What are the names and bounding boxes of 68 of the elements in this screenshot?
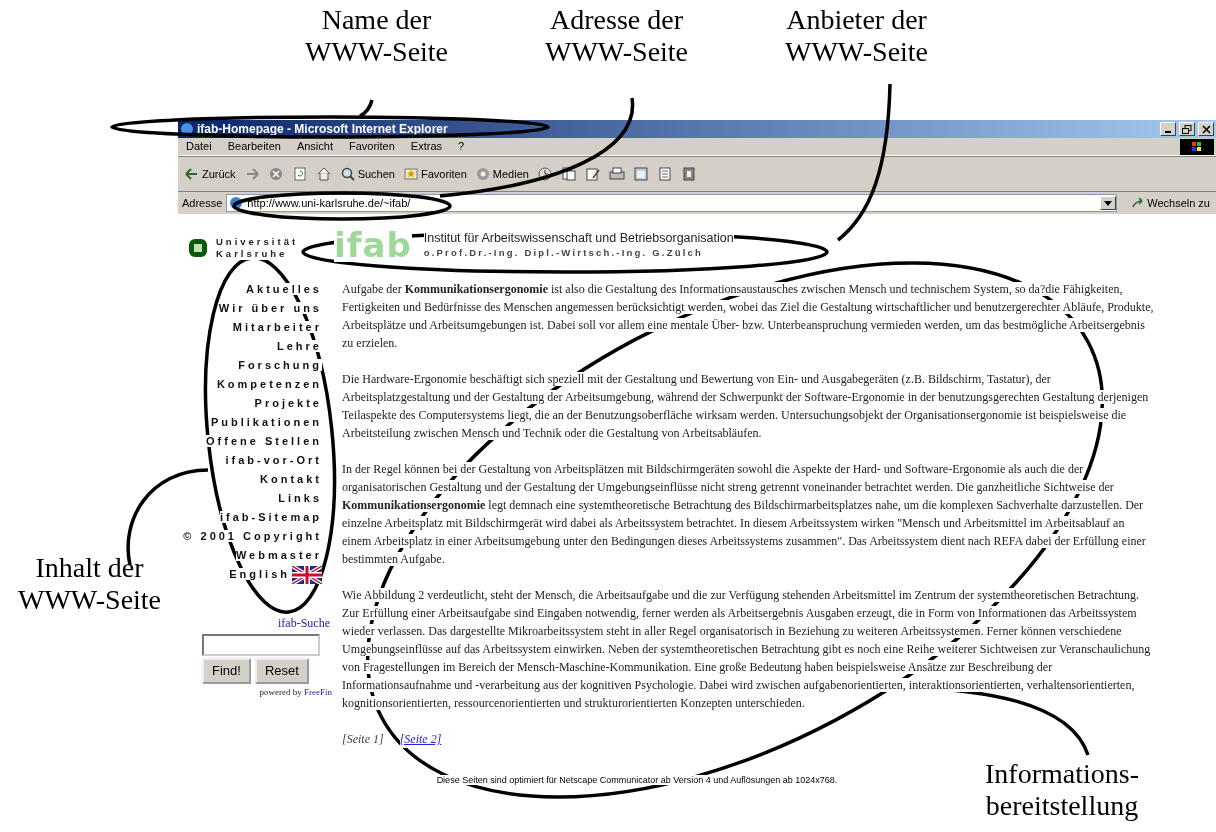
search-field[interactable]	[202, 634, 320, 657]
url-text: http://www.uni-karlsruhe.de/~ifab/	[247, 195, 411, 211]
menu-item[interactable]: Bearbeiten	[227, 138, 281, 155]
go-button[interactable]: Wechseln zu	[1129, 194, 1212, 212]
nav-link[interactable]: Webmaster	[235, 549, 322, 561]
menu-item[interactable]: Datei	[186, 138, 212, 155]
flag-icon[interactable]	[292, 566, 322, 585]
nav-link[interactable]: Offene Stellen	[206, 435, 322, 447]
nav-link[interactable]: ifab-Sitemap	[220, 511, 322, 523]
nav-link[interactable]: Aktuelles	[246, 283, 322, 295]
menu-item[interactable]: Ansicht	[296, 138, 333, 155]
nav-link[interactable]: ifab-vor-Ort	[225, 454, 322, 466]
toolbar-button[interactable]: Medien	[472, 165, 531, 183]
institute-name: Institut für Arbeitswissenschaft und Betriebsorganisation	[423, 229, 734, 246]
search-icon	[339, 166, 356, 182]
restore-button[interactable]	[1179, 122, 1195, 136]
footer-note: Diese Seiten sind optimiert für Netscape Communicator ab Version 4 und Auflösungen ab 1024x768.	[436, 775, 838, 785]
paragraph: Wie Abbildung 2 verdeutlicht, steht der Mensch, die Arbeitsaufgabe und die zur Verfügung stehenden Arbeitsmittel im Zentrum der systemtheoretischen Betrachtung. Zur Erfüllung einer Arbeitsaufgabe sind Eingaben notwendig, ferner werden als Arbeitsergebnis Ausgaben erzeugt, die in Form von Informationen das Arbeitssystem wieder verlassen. Das dargestellte Mikroarbeitssystem steht in aller Regel organisatorisch in Beziehung zu weiteren Arbeitssystemen. Ferner können verschiedene Umgebungseinflüsse auf das Arbeitssystem einwirken. Neben der systemtheoretischen Betrachtung gibt es noch eine Reihe weiterer Sichtweisen zur Veranschaulichung von Fragestellungen im Bereich der Mensch-Maschine-Kommunikation. Eine große Bedeutung haben beispielsweise Ansätze zur Beschreibung der Informationsaufnahme und -verarbeitung aus der kognitiven Psychologie. Dabei wird zwischen aufgabenorientierten, interaktionsorientierten, verhaltensorientierten, kognitionsorientierten, ressourcenorientierten und strukturorientierten Konzepten unterschieden.	[342, 587, 1152, 712]
dropdown-button[interactable]	[1100, 196, 1117, 210]
find-button[interactable]: Find!	[202, 658, 251, 684]
nav-link[interactable]: Projekte	[254, 397, 322, 409]
nav-link[interactable]: Forschung	[238, 359, 322, 371]
leader-line	[359, 99, 374, 118]
nav-link[interactable]: English	[229, 568, 290, 580]
nav-link[interactable]: Mitarbeiter	[232, 321, 322, 333]
nav-link[interactable]: © 2001 Copyright	[183, 530, 322, 542]
menu-item[interactable]: ?	[458, 138, 465, 155]
printer-button[interactable]	[606, 166, 627, 182]
nav-link[interactable]: Lehre	[277, 340, 322, 352]
toolbar-button[interactable]: Zurück	[182, 165, 238, 183]
powered-by-text: powered by	[259, 686, 303, 697]
toolbar-button[interactable]: Suchen	[337, 165, 397, 183]
toolbar-button[interactable]: Favoriten	[400, 165, 469, 183]
star-folder-icon	[402, 166, 419, 182]
close-icon	[1201, 124, 1211, 134]
windows-logo-icon	[1180, 138, 1214, 155]
nav-link[interactable]: Publikationen	[210, 416, 322, 428]
search-title: ifab-Suche	[277, 615, 330, 633]
nav-link[interactable]: Kontakt	[260, 473, 322, 485]
callout-label: Informations- bereitstellung	[985, 758, 1139, 823]
address-field[interactable]: http://www.uni-karlsruhe.de/~ifab/	[226, 194, 1118, 212]
callout-label: Anbieter der WWW-Seite	[785, 4, 929, 69]
caret-icon	[1104, 200, 1113, 206]
university-logo-icon	[188, 238, 208, 258]
window-title: ifab-Homepage - Microsoft Internet Explorer	[197, 121, 448, 138]
restore-icon	[1182, 124, 1192, 134]
page-icon	[229, 196, 244, 210]
paragraph: In der Regel können bei der Gestaltung von Arbeitsplätzen mit Bildschirmgeräten sowohl die Aspekte der Hard- und Software-Ergonomie als auch die der organisatorischen Gestaltung und der Gestaltung der Umgebungseinflüsse nicht streng getrennt voneinander betrachtet werden. Die ganzheitliche Sichtweise der Kommunikationsergonomie legt demnach eine systemtheoretische Betrachtung des Bildschirmarbeitsplatzes nahe, um die komplexen Sachverhalte darzustellen. Der einzelne Arbeitsplatz mit Bildschirmgerät wird dabei als Arbeitssystem betrachtet. In diesem Arbeitssystem wirken "Mensch und Arbeitsmittel im Arbeitsablauf an einem Arbeitsplatz in einer Arbeitsumgebung unter den Bedingungen dieses Arbeitssystems zusammen". Das Arbeitssystem dient nach REFA dabei der Erfüllung einer bestimmten Aufgabe.	[342, 461, 1147, 568]
disc-icon	[474, 166, 491, 182]
go-arrow-icon	[1131, 196, 1146, 210]
nav-link[interactable]: Wir über uns	[218, 302, 322, 314]
close-button[interactable]	[1198, 122, 1214, 136]
menu-item[interactable]: Favoriten	[349, 138, 395, 155]
callout-label: Inhalt der WWW-Seite	[18, 552, 162, 617]
paragraph: Die Hardware-Ergonomie beschäftigt sich speziell mit der Gestaltung und Bewertung von Ein- und Ausgabegeräten (z.B. Bildschirm, Tastatur), der Arbeitsplatzgestaltung und der Gestaltung der Arbeitsumgebung, während der Schwerpunkt der Software-Ergonomie in der benutzungsgerechten Gestaltung derjenigen Teilaspekte des Computersystems liegt, die an der Benutzungsoberfläche wirksam werden. Untersuchungsobjekt der Organisationsergonomie ist beispielsweise die Arbeitsteilung zwischen Mensch und Technik oder die Gestaltung von Arbeitsabläufen.	[342, 371, 1150, 442]
browser-icon	[180, 122, 194, 136]
provider-link[interactable]: FreeFin	[304, 686, 332, 697]
callout-label: Name der WWW-Seite	[305, 4, 449, 69]
nav-link[interactable]: Kompetenzen	[216, 378, 322, 390]
back-arrow-icon	[184, 166, 200, 182]
callout-label: Adresse der WWW-Seite	[545, 4, 689, 69]
address-label: Adresse	[182, 195, 223, 211]
menu-item[interactable]: Extras	[410, 138, 443, 155]
minimize-button[interactable]	[1160, 122, 1176, 136]
university-name: Universität Karlsruhe	[216, 236, 299, 260]
nav-link[interactable]: Links	[278, 492, 322, 504]
ifab-logo: ifab	[334, 228, 412, 262]
reset-button[interactable]: Reset	[254, 658, 309, 684]
